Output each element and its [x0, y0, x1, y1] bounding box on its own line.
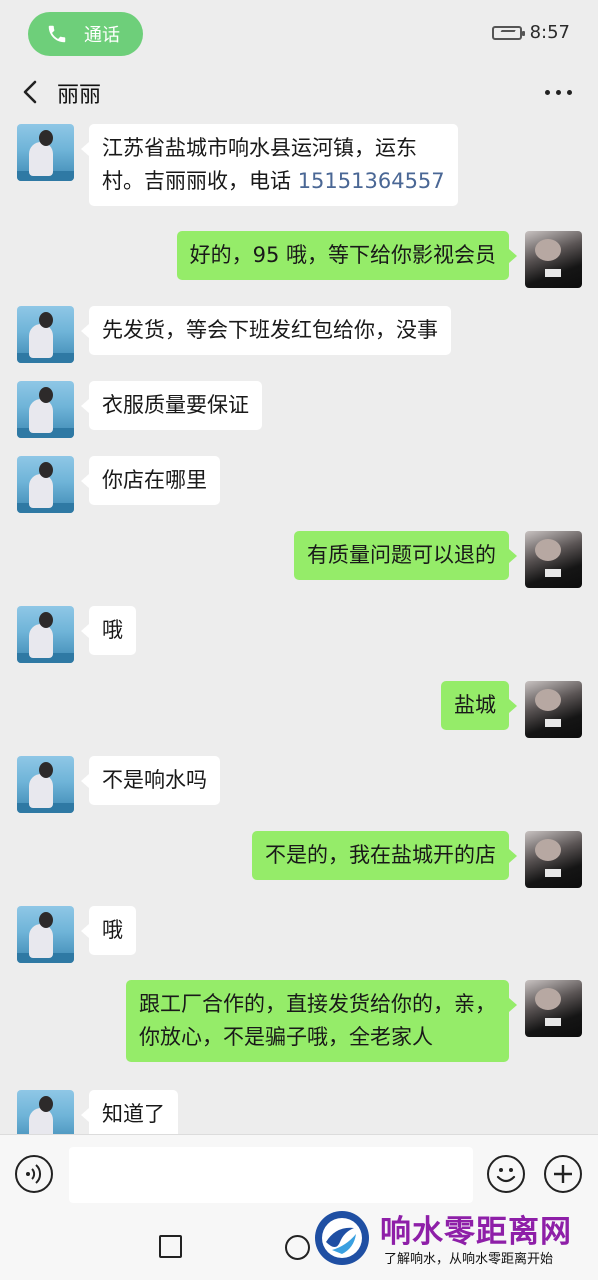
- my-avatar[interactable]: [525, 531, 582, 588]
- clock: 8:57: [529, 22, 570, 43]
- emoji-icon: [496, 1168, 516, 1183]
- call-pill[interactable]: 通话: [28, 12, 143, 56]
- plus-icon: [554, 1165, 572, 1183]
- emoji-button[interactable]: [487, 1155, 525, 1193]
- phone-number-link[interactable]: 15151364557: [298, 169, 445, 193]
- message-bubble-incoming[interactable]: 先发货，等会下班发红包给你，没事: [81, 306, 451, 355]
- message-bubble-incoming[interactable]: 哦: [81, 606, 136, 655]
- message-bubble-incoming[interactable]: 衣服质量要保证: [81, 381, 262, 430]
- message-text: 不是的，我在盐城开的店: [265, 843, 496, 867]
- message-text: 知道了: [102, 1102, 165, 1126]
- battery-icon: [491, 25, 525, 40]
- message-bubble-outgoing[interactable]: 跟工厂合作的，直接发货给你的，亲， 你放心，不是骗子哦，全老家人: [126, 980, 517, 1062]
- message-text: 江苏省盐城市响水县运河镇，运东: [102, 136, 417, 160]
- message-text: 你店在哪里: [102, 468, 207, 492]
- message-text: 跟工厂合作的，直接发货给你的，亲，: [139, 992, 496, 1016]
- message-text: 好的，95 哦，等下给你影视会员: [189, 243, 496, 267]
- contact-avatar[interactable]: [17, 124, 74, 181]
- voice-icon: [26, 1164, 42, 1184]
- message-text: 先发货，等会下班发红包给你，没事: [102, 318, 438, 342]
- circle-icon[interactable]: [285, 1235, 310, 1260]
- message-bubble-outgoing[interactable]: 好的，95 哦，等下给你影视会员: [176, 231, 518, 280]
- message-input[interactable]: [69, 1147, 473, 1203]
- my-avatar[interactable]: [525, 681, 582, 738]
- watermark-logo: [315, 1211, 369, 1265]
- square-icon[interactable]: [159, 1235, 182, 1258]
- back-arrow-icon[interactable]: [18, 78, 44, 106]
- message-bubble-outgoing[interactable]: 不是的，我在盐城开的店: [252, 831, 517, 880]
- voice-button[interactable]: [15, 1155, 53, 1193]
- contact-avatar[interactable]: [17, 606, 74, 663]
- message-bubble-incoming[interactable]: 你店在哪里: [81, 456, 220, 505]
- my-avatar[interactable]: [525, 831, 582, 888]
- message-bubble-incoming[interactable]: 知道了: [81, 1090, 178, 1134]
- my-avatar[interactable]: [525, 231, 582, 288]
- message-text: 你放心，不是骗子哦，全老家人: [139, 1025, 433, 1049]
- message-bubble-outgoing[interactable]: 盐城: [441, 681, 517, 730]
- message-text: 盐城: [454, 693, 496, 717]
- watermark: 响水零距离网 了解响水，从响水零距离开始: [312, 1206, 598, 1280]
- phone-icon: [48, 25, 66, 43]
- contact-avatar[interactable]: [17, 306, 74, 363]
- contact-avatar[interactable]: [17, 381, 74, 438]
- message-text: 哦: [102, 918, 123, 942]
- message-bubble-outgoing[interactable]: 有质量问题可以退的: [294, 531, 517, 580]
- status-right: 8:57: [491, 22, 570, 43]
- message-text: 不是响水吗: [102, 768, 207, 792]
- call-label: 通话: [84, 25, 120, 46]
- watermark-subtitle: 了解响水，从响水零距离开始: [384, 1252, 554, 1267]
- message-text: 有质量问题可以退的: [307, 543, 496, 567]
- message-text: 哦: [102, 618, 123, 642]
- input-bar: [0, 1134, 598, 1212]
- chat-header: 丽丽: [0, 66, 598, 118]
- status-bar: 通话 8:57: [0, 0, 598, 66]
- more-dots-icon[interactable]: [545, 90, 572, 95]
- my-avatar[interactable]: [525, 980, 582, 1037]
- contact-avatar[interactable]: [17, 1090, 74, 1134]
- message-text: 衣服质量要保证: [102, 393, 249, 417]
- contact-avatar[interactable]: [17, 906, 74, 963]
- plus-button[interactable]: [544, 1155, 582, 1193]
- message-text: 村。吉丽丽收，电话: [102, 169, 298, 193]
- message-bubble-incoming[interactable]: 江苏省盐城市响水县运河镇，运东 村。吉丽丽收，电话 15151364557: [81, 124, 458, 206]
- contact-avatar[interactable]: [17, 456, 74, 513]
- message-list[interactable]: 江苏省盐城市响水县运河镇，运东 村。吉丽丽收，电话 15151364557 好的…: [0, 118, 598, 1134]
- chat-title: 丽丽: [57, 83, 102, 108]
- message-bubble-incoming[interactable]: 哦: [81, 906, 136, 955]
- watermark-title: 响水零距离网: [380, 1214, 572, 1250]
- contact-avatar[interactable]: [17, 756, 74, 813]
- message-bubble-incoming[interactable]: 不是响水吗: [81, 756, 220, 805]
